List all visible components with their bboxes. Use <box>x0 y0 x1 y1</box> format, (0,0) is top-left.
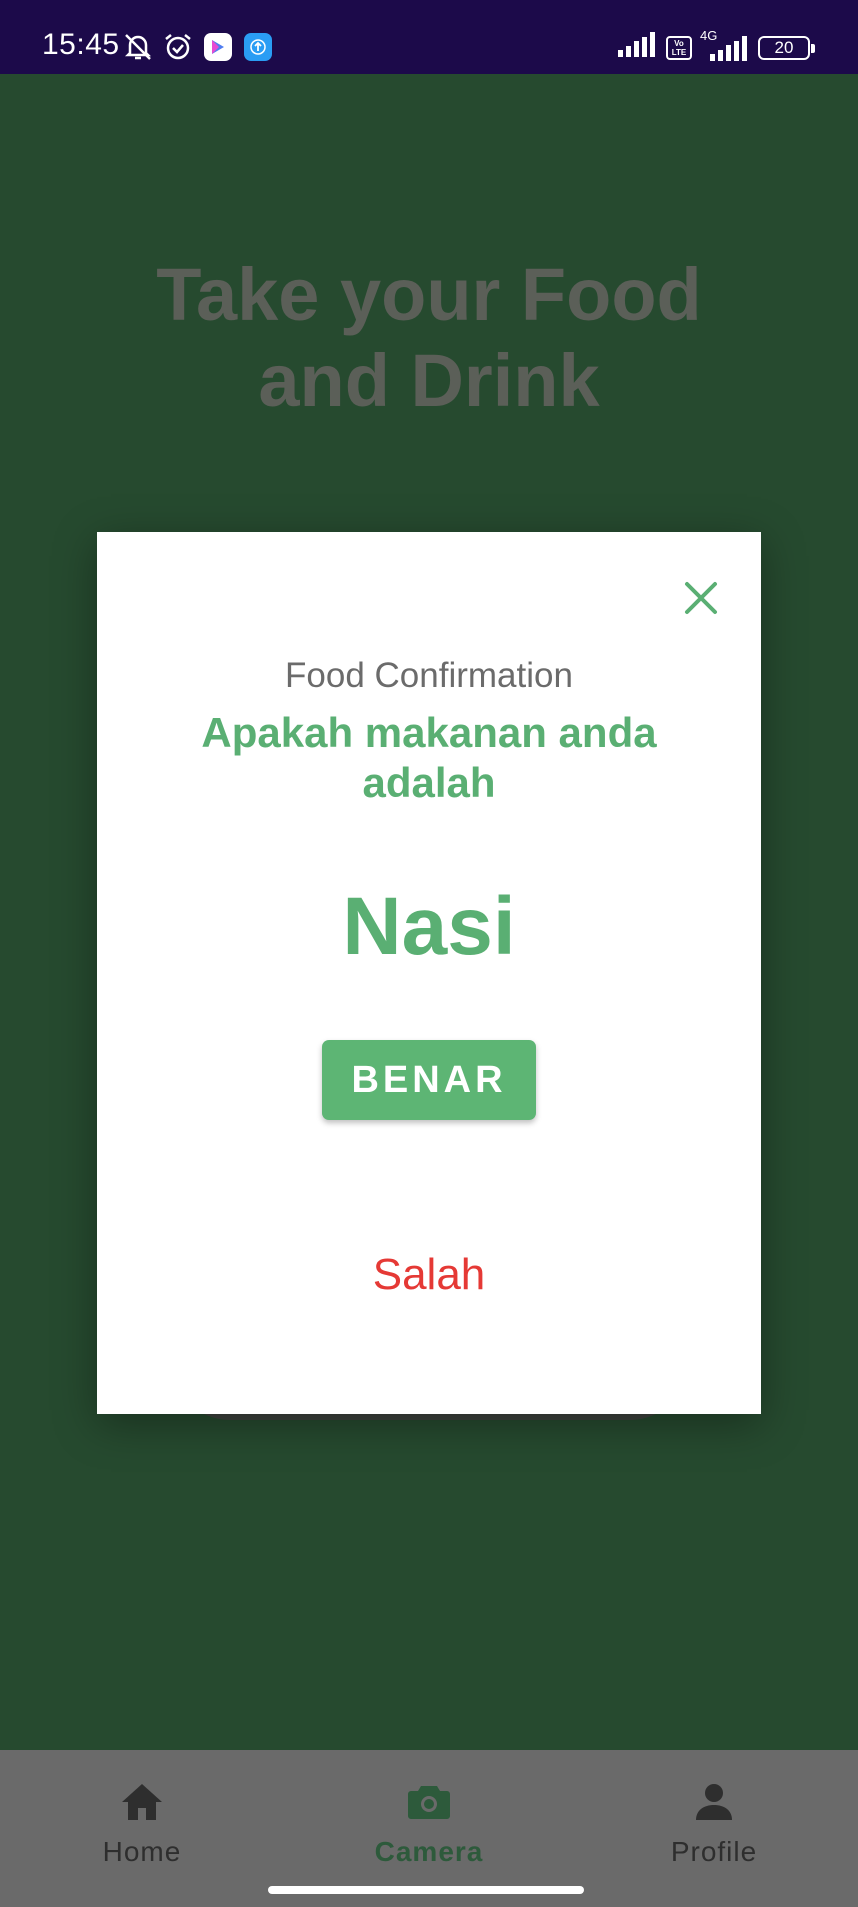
food-confirmation-dialog: Food Confirmation Apakah makanan anda ad… <box>97 532 761 1414</box>
mute-icon <box>122 31 154 63</box>
volte-icon: Vo LTE <box>666 35 692 60</box>
bottom-navigation: Home Camera Profile <box>0 1750 858 1907</box>
nav-label-camera: Camera <box>374 1836 484 1867</box>
page-title: Take your Food and Drink <box>0 252 858 424</box>
battery-icon: 20 <box>758 35 815 60</box>
status-time: 15:45 <box>42 28 120 61</box>
camera-icon <box>408 1786 450 1819</box>
alarm-icon <box>162 31 194 63</box>
close-button[interactable] <box>679 576 723 620</box>
status-icons-left <box>122 31 274 63</box>
close-icon <box>685 582 717 614</box>
nav-label-profile: Profile <box>670 1836 758 1867</box>
volte-bottom-label: LTE <box>671 47 687 57</box>
battery-level: 20 <box>774 37 794 57</box>
upload-icon <box>242 31 274 63</box>
status-bar: 15:45 Vo LTE 4G 20 <box>0 0 858 74</box>
dialog-label: Food Confirmation <box>285 656 573 695</box>
dialog-question: Apakah makanan anda adalah <box>201 709 657 806</box>
page-title-line2: and Drink <box>258 339 600 422</box>
detected-food-name: Nasi <box>342 881 516 972</box>
page-title-line1: Take your Food <box>156 253 702 336</box>
play-store-icon <box>202 31 234 63</box>
reject-button[interactable]: Salah <box>329 1240 529 1310</box>
home-icon <box>122 1784 162 1820</box>
signal-4g-icon: 4G <box>700 28 750 62</box>
nav-label-home: Home <box>102 1836 182 1867</box>
person-icon <box>696 1784 732 1820</box>
signal-icon <box>618 32 658 63</box>
nav-item-camera[interactable]: Camera <box>329 1770 529 1880</box>
home-indicator[interactable] <box>268 1886 584 1894</box>
volte-top-label: Vo <box>674 38 684 48</box>
confirm-button[interactable]: BENAR <box>322 1040 536 1120</box>
nav-item-home[interactable]: Home <box>42 1770 242 1880</box>
status-icons-right: Vo LTE 4G 20 <box>618 28 815 63</box>
nav-item-profile[interactable]: Profile <box>614 1770 814 1880</box>
